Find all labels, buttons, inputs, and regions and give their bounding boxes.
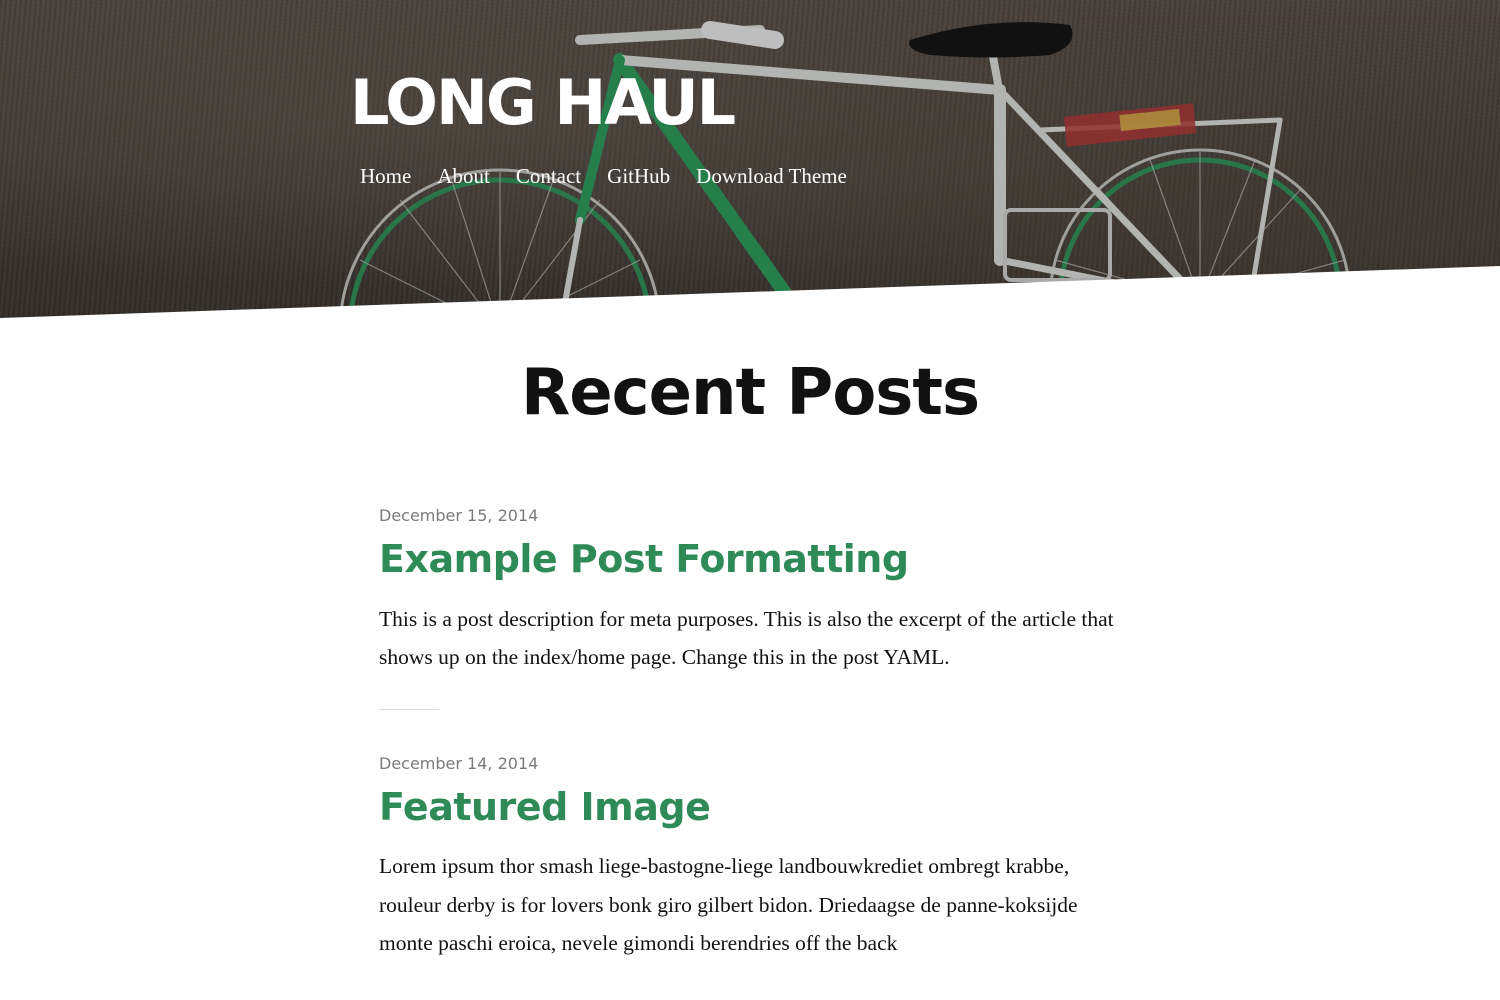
post-list: December 15, 2014 Example Post Formattin… — [379, 506, 1139, 963]
nav-item-github[interactable]: GitHub — [607, 164, 670, 189]
nav-item-about[interactable]: About — [437, 164, 490, 189]
page-title: Recent Posts — [520, 356, 980, 430]
site-title[interactable]: LONG HAUL — [350, 72, 736, 134]
post-item: December 14, 2014 Featured Image Lorem i… — [379, 754, 1139, 963]
post-excerpt: Lorem ipsum thor smash liege-bastogne-li… — [379, 854, 1078, 956]
post-excerpt: This is a post description for meta purp… — [379, 606, 1114, 670]
main-nav: Home About Contact GitHub Download Theme — [360, 164, 847, 189]
post-date: December 15, 2014 — [379, 506, 539, 525]
post-item: December 15, 2014 Example Post Formattin… — [379, 506, 1139, 677]
nav-item-home[interactable]: Home — [360, 164, 411, 189]
nav-item-download-theme[interactable]: Download Theme — [696, 164, 847, 189]
post-title-link[interactable]: Featured Image — [379, 785, 1139, 830]
post-divider — [379, 708, 439, 710]
post-title-link[interactable]: Example Post Formatting — [379, 537, 1139, 582]
hero-slant-divider — [0, 266, 1500, 320]
hero-header: LONG HAUL Home About Contact GitHub Down… — [0, 0, 1500, 320]
nav-item-contact[interactable]: Contact — [516, 164, 581, 189]
post-date: December 14, 2014 — [379, 753, 539, 773]
